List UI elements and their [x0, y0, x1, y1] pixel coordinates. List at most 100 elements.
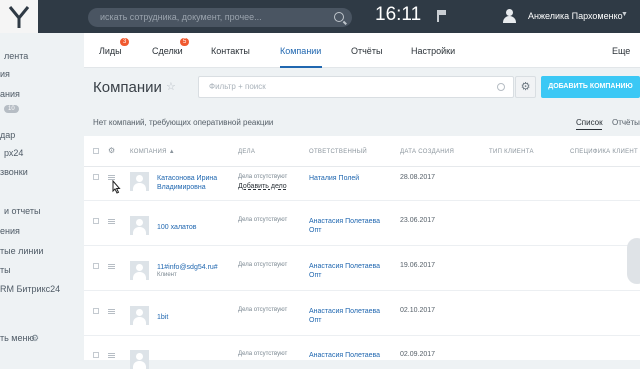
- deals-status: Дела отсутствуют: [238, 351, 288, 357]
- search-input[interactable]: искать сотрудника, документ, прочее...: [88, 8, 352, 27]
- company-name-link[interactable]: 11#info@sdg54.ru#: [157, 263, 218, 272]
- deals-status: Дела отсутствуют: [238, 307, 288, 313]
- flag-icon[interactable]: [437, 10, 447, 22]
- header-separator: [84, 166, 640, 167]
- sidebar-item[interactable]: тые линии: [0, 246, 43, 256]
- main: Лиды 3 Сделки 5 Контакты Компании Отчёты…: [84, 33, 640, 369]
- created-date: 02.09.2017: [400, 351, 436, 358]
- row-menu-icon[interactable]: [108, 309, 115, 314]
- sidebar-item[interactable]: звонки: [0, 167, 28, 177]
- created-date: 02.10.2017: [400, 307, 436, 314]
- avatar[interactable]: [502, 9, 516, 23]
- column-header-client-spec[interactable]: СПЕЦИФИКА КЛИЕНТ: [570, 149, 638, 155]
- company-logo: [130, 306, 149, 325]
- row-checkbox[interactable]: [93, 308, 99, 314]
- row-checkbox[interactable]: [93, 174, 99, 180]
- row-menu-icon[interactable]: [108, 219, 115, 224]
- view-reports-link[interactable]: Отчёты: [612, 118, 640, 127]
- tab-badge: 5: [180, 38, 190, 46]
- sidebar-item[interactable]: ания: [0, 89, 20, 99]
- star-icon[interactable]: ☆: [166, 80, 176, 93]
- column-header-client-type[interactable]: ТИП КЛИЕНТА: [489, 149, 534, 155]
- gear-icon: ⚙: [520, 81, 531, 93]
- tab-contacts[interactable]: Контакты: [211, 46, 250, 56]
- companies-table: ⚙ КОМПАНИЯ ▲ ДЕЛА ОТВЕТСТВЕННЫЙ ДАТА СОЗ…: [84, 136, 640, 369]
- tab-badge: 3: [120, 38, 130, 46]
- filter-placeholder: Фильтр + поиск: [209, 82, 266, 91]
- tab-settings[interactable]: Настройки: [411, 46, 455, 56]
- page-title: Компании: [93, 79, 162, 96]
- settings-button[interactable]: ⚙: [515, 76, 536, 98]
- top-bar: искать сотрудника, документ, прочее... 1…: [0, 0, 640, 33]
- column-header-owner[interactable]: ОТВЕТСТВЕННЫЙ: [309, 149, 367, 155]
- tab-leads[interactable]: Лиды: [99, 46, 122, 56]
- sidebar-item[interactable]: ия: [0, 69, 10, 79]
- deals-status: Дела отсутствуют: [238, 262, 288, 268]
- row-menu-icon[interactable]: [108, 264, 115, 269]
- row-menu-icon[interactable]: [108, 353, 115, 358]
- search-placeholder: искать сотрудника, документ, прочее...: [100, 12, 262, 22]
- sidebar-item[interactable]: и отчеты: [4, 206, 40, 216]
- user-name[interactable]: Анжелика Пархоменко: [528, 11, 623, 21]
- company-logo: [130, 261, 149, 280]
- tab-reports[interactable]: Отчёты: [351, 46, 382, 56]
- created-date: 19.06.2017: [400, 262, 436, 269]
- deals-status: Дела отсутствуют: [238, 217, 288, 223]
- row-separator: [84, 200, 640, 201]
- tab-deals[interactable]: Сделки: [152, 46, 183, 56]
- notice-text: Нет компаний, требующих оперативной реак…: [93, 118, 274, 127]
- row-checkbox[interactable]: [93, 263, 99, 269]
- column-header-deals[interactable]: ДЕЛА: [238, 149, 255, 155]
- tab-more[interactable]: Еще: [612, 46, 630, 56]
- sidebar-badge: 10: [4, 105, 19, 113]
- mouse-cursor-icon: [112, 180, 121, 194]
- active-tab-indicator: [280, 66, 322, 68]
- sidebar-item[interactable]: рх24: [4, 148, 23, 158]
- tab-companies[interactable]: Компании: [280, 46, 321, 56]
- add-company-button[interactable]: ДОБАВИТЬ КОМПАНИЮ: [541, 76, 640, 98]
- sidebar-item[interactable]: RM Битрикс24: [0, 284, 60, 294]
- created-date: 23.06.2017: [400, 217, 436, 224]
- search-icon[interactable]: [334, 12, 344, 22]
- add-deal-link[interactable]: Добавить дело: [238, 182, 287, 191]
- owner-link[interactable]: Анастасия Полетаева Опт: [309, 262, 389, 280]
- owner-link[interactable]: Анастасия Полетаева Опт: [309, 307, 389, 325]
- scroll-handle[interactable]: [627, 238, 640, 284]
- deals-status: Дела отсутствуют: [238, 174, 288, 180]
- sidebar-item[interactable]: ения: [0, 226, 20, 236]
- logo[interactable]: [0, 0, 38, 33]
- logo-icon: [8, 6, 30, 28]
- owner-link[interactable]: Анастасия Полетаева Опт: [309, 217, 389, 235]
- owner-link[interactable]: Наталия Полей: [309, 174, 359, 183]
- row-separator: [84, 290, 640, 291]
- row-checkbox[interactable]: [93, 218, 99, 224]
- column-header-company[interactable]: КОМПАНИЯ ▲: [130, 149, 175, 155]
- chevron-down-icon[interactable]: ▼: [621, 11, 628, 18]
- select-all-checkbox[interactable]: [93, 148, 99, 154]
- row-checkbox[interactable]: [93, 352, 99, 358]
- column-header-created[interactable]: ДАТА СОЗДАНИЯ: [400, 149, 454, 155]
- sidebar: лента ия 10 ания дар рх24 звонки и отчет…: [0, 33, 84, 360]
- row-separator: [84, 335, 640, 336]
- search-icon[interactable]: [497, 83, 505, 91]
- company-subtitle: Клиент: [157, 272, 177, 278]
- company-logo: [130, 216, 149, 235]
- gear-icon[interactable]: ⚙: [31, 333, 39, 344]
- view-list-underline: [576, 129, 602, 130]
- company-logo: [130, 172, 149, 191]
- sidebar-item[interactable]: лента: [4, 51, 28, 61]
- company-name-link[interactable]: 1bit: [157, 313, 168, 322]
- created-date: 28.08.2017: [400, 174, 436, 181]
- tab-bar: Лиды 3 Сделки 5 Контакты Компании Отчёты…: [84, 33, 640, 68]
- clock: 16:11: [375, 4, 422, 25]
- sidebar-item[interactable]: ть меню: [0, 333, 34, 343]
- view-list-link[interactable]: Список: [576, 118, 603, 127]
- sidebar-item[interactable]: дар: [0, 130, 15, 140]
- gear-icon[interactable]: ⚙: [108, 146, 115, 155]
- company-name-link[interactable]: 100 халатов: [157, 223, 197, 232]
- sidebar-item[interactable]: ты: [0, 265, 11, 275]
- company-name-link[interactable]: Катасонова Ирина Владимировна: [157, 174, 237, 192]
- owner-link[interactable]: Анастасия Полетаева: [309, 351, 380, 360]
- filter-search-input[interactable]: Фильтр + поиск: [198, 76, 514, 98]
- row-separator: [84, 245, 640, 246]
